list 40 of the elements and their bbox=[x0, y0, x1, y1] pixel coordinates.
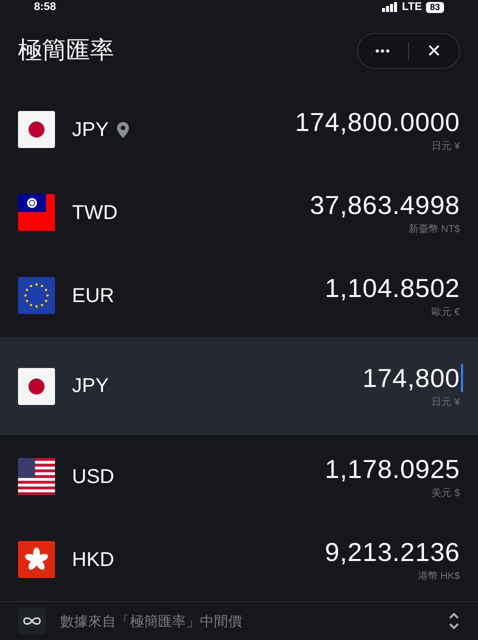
currency-row[interactable]: TWD 37,863.4998 新臺幣 NT$ bbox=[0, 171, 478, 254]
signal-icon bbox=[382, 2, 398, 12]
flag-icon bbox=[18, 111, 55, 148]
flag-icon bbox=[18, 541, 55, 578]
amount-value: 37,863.4998 bbox=[310, 188, 460, 220]
currency-code: JPY bbox=[72, 118, 109, 142]
amount-value: 174,800.0000 bbox=[294, 106, 460, 138]
status-time: 8:58 bbox=[34, 0, 56, 15]
currency-code: USD bbox=[72, 464, 114, 490]
more-button[interactable]: ••• bbox=[358, 42, 408, 60]
amount-value: 1,104.8502 bbox=[324, 272, 460, 304]
currency-name: 美元 $ bbox=[432, 486, 460, 500]
currency-row[interactable]: EUR 1,104.8502 歐元 € bbox=[0, 254, 478, 337]
currency-name: 歐元 € bbox=[432, 306, 460, 320]
flag-icon bbox=[18, 277, 55, 314]
currency-row[interactable]: JPY 174,800.0000 日元 ¥ bbox=[0, 88, 478, 171]
currency-code: JPY bbox=[72, 374, 109, 399]
currency-name: 新臺幣 NT$ bbox=[408, 222, 460, 236]
currency-row[interactable]: USD 1,178.0925 美元 $ bbox=[0, 435, 478, 518]
sort-icon[interactable] bbox=[448, 611, 460, 631]
network-label: LTE bbox=[402, 0, 422, 15]
currency-code: TWD bbox=[72, 200, 118, 226]
app-title: 極簡匯率 bbox=[18, 36, 114, 66]
currency-row[interactable]: JPY 174,800 日元 ¥ bbox=[0, 337, 478, 435]
battery-indicator: 83 bbox=[426, 2, 444, 12]
amount-value: 1,178.0925 bbox=[324, 452, 460, 484]
currency-name: 日元 ¥ bbox=[432, 140, 460, 154]
amount-value: 9,213.2136 bbox=[324, 536, 460, 568]
flag-icon bbox=[18, 194, 55, 231]
currency-row[interactable]: HKD 9,213.2136 港幣 HK$ bbox=[0, 518, 478, 601]
flag-icon bbox=[18, 458, 55, 495]
currency-name: 港幣 HK$ bbox=[418, 570, 460, 584]
flag-icon bbox=[18, 368, 55, 404]
currency-code: EUR bbox=[72, 284, 114, 308]
amount-value[interactable]: 174,800 bbox=[362, 362, 460, 394]
close-button[interactable]: ✕ bbox=[409, 38, 459, 64]
currency-code: HKD bbox=[72, 548, 114, 572]
data-source-text: 數據來自「極簡匯率」中間價 bbox=[60, 612, 242, 630]
currency-name: 日元 ¥ bbox=[432, 396, 460, 410]
infinity-icon bbox=[18, 608, 46, 634]
